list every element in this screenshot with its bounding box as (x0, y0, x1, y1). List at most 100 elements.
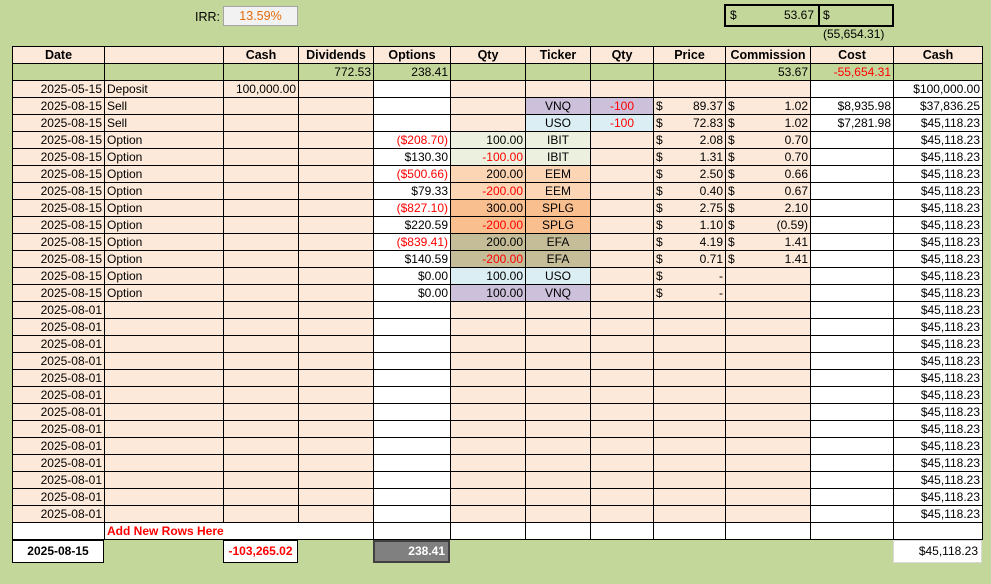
balance-cell[interactable]: $45,118.23 (893, 386, 983, 404)
cash-cell[interactable] (223, 369, 299, 387)
options-cell[interactable] (373, 97, 451, 115)
qty-cell[interactable] (450, 386, 526, 404)
balance-cell[interactable]: $45,118.23 (893, 267, 983, 285)
options-cell[interactable] (373, 352, 451, 370)
add-rows-cell[interactable] (373, 522, 451, 540)
cash-cell[interactable] (223, 471, 299, 489)
commission-cell[interactable]: $ (0.59) (725, 216, 811, 234)
dividends-cell[interactable] (298, 403, 374, 421)
commission-cell[interactable] (725, 284, 811, 302)
add-rows-cell[interactable] (450, 522, 526, 540)
options-cell[interactable] (373, 318, 451, 336)
qty2-cell[interactable] (590, 216, 654, 234)
dividends-cell[interactable] (298, 267, 374, 285)
ticker-cell[interactable] (525, 318, 591, 336)
price-cell[interactable]: $4.19 (653, 233, 726, 251)
commission-total[interactable]: 53.67 (725, 63, 811, 81)
type-cell[interactable]: Deposit (104, 80, 224, 98)
type-cell[interactable] (104, 403, 224, 421)
dividends-cell[interactable] (298, 301, 374, 319)
type-cell[interactable] (104, 420, 224, 438)
qty-cell[interactable] (450, 403, 526, 421)
qty2-cell[interactable] (590, 420, 654, 438)
cash-cell[interactable] (223, 97, 299, 115)
dividends-cell[interactable] (298, 318, 374, 336)
price-cell[interactable]: $2.75 (653, 199, 726, 217)
qty2-cell[interactable] (590, 165, 654, 183)
dividends-cell[interactable] (298, 335, 374, 353)
add-rows-cell[interactable] (590, 522, 654, 540)
dividends-cell[interactable] (298, 199, 374, 217)
totals-cell[interactable] (893, 63, 983, 81)
qty2-cell[interactable] (590, 233, 654, 251)
date-cell[interactable]: 2025-08-01 (12, 335, 105, 353)
add-new-rows-label[interactable]: Add New Rows Here (104, 522, 374, 540)
cash-cell[interactable] (223, 437, 299, 455)
date-cell[interactable]: 2025-08-01 (12, 301, 105, 319)
balance-cell[interactable]: $45,118.23 (893, 352, 983, 370)
balance-cell[interactable]: $37,836.25 (893, 97, 983, 115)
qty-cell[interactable]: -200.00 (450, 216, 526, 234)
options-cell[interactable]: ($500.66) (373, 165, 451, 183)
commission-cell[interactable] (725, 420, 811, 438)
price-cell[interactable]: $72.83 (653, 114, 726, 132)
qty-cell[interactable] (450, 420, 526, 438)
cost-cell[interactable] (810, 165, 894, 183)
options-cell[interactable]: $220.59 (373, 216, 451, 234)
options-cell[interactable] (373, 403, 451, 421)
options-cell[interactable]: $79.33 (373, 182, 451, 200)
options-cell[interactable] (373, 369, 451, 387)
cash-cell[interactable] (223, 318, 299, 336)
cash-cell[interactable]: 100,000.00 (223, 80, 299, 98)
options-cell[interactable]: $130.30 (373, 148, 451, 166)
type-cell[interactable] (104, 471, 224, 489)
options-cell[interactable] (373, 488, 451, 506)
header-type[interactable] (104, 46, 224, 64)
options-cell[interactable] (373, 471, 451, 489)
dividends-cell[interactable] (298, 284, 374, 302)
type-cell[interactable]: Option (104, 233, 224, 251)
balance-cell[interactable]: $45,118.23 (893, 182, 983, 200)
commission-cell[interactable] (725, 335, 811, 353)
commission-cell[interactable]: $1.02 (725, 97, 811, 115)
cash-cell[interactable] (223, 233, 299, 251)
type-cell[interactable]: Option (104, 165, 224, 183)
dividends-cell[interactable] (298, 437, 374, 455)
qty2-cell[interactable] (590, 131, 654, 149)
cash-cell[interactable] (223, 148, 299, 166)
price-cell[interactable] (653, 420, 726, 438)
cost-cell[interactable] (810, 301, 894, 319)
commission-cell[interactable] (725, 471, 811, 489)
qty2-cell[interactable] (590, 488, 654, 506)
ticker-cell[interactable]: SPLG (525, 199, 591, 217)
date-cell[interactable]: 2025-08-15 (12, 233, 105, 251)
commission-cell[interactable]: $0.67 (725, 182, 811, 200)
date-cell[interactable]: 2025-08-15 (12, 114, 105, 132)
totals-cell[interactable] (590, 63, 654, 81)
totals-cell[interactable] (12, 63, 105, 81)
qty-cell[interactable] (450, 335, 526, 353)
qty2-cell[interactable] (590, 80, 654, 98)
type-cell[interactable]: Option (104, 216, 224, 234)
ticker-cell[interactable] (525, 454, 591, 472)
qty2-cell[interactable] (590, 352, 654, 370)
dividends-cell[interactable] (298, 420, 374, 438)
dividends-cell[interactable] (298, 114, 374, 132)
ticker-cell[interactable]: VNQ (525, 284, 591, 302)
type-cell[interactable] (104, 369, 224, 387)
options-cell[interactable] (373, 437, 451, 455)
commission-cell[interactable]: $1.41 (725, 250, 811, 268)
footer-balance-cell[interactable]: $45,118.23 (893, 540, 982, 563)
date-cell[interactable]: 2025-08-01 (12, 352, 105, 370)
ticker-cell[interactable] (525, 505, 591, 523)
date-cell[interactable]: 2025-08-01 (12, 369, 105, 387)
dividends-cell[interactable] (298, 369, 374, 387)
cash-cell[interactable] (223, 131, 299, 149)
options-cell[interactable]: ($208.70) (373, 131, 451, 149)
ticker-cell[interactable] (525, 80, 591, 98)
cost-cell[interactable] (810, 250, 894, 268)
balance-cell[interactable]: $45,118.23 (893, 420, 983, 438)
price-cell[interactable]: $1.31 (653, 148, 726, 166)
qty2-cell[interactable]: -100 (590, 97, 654, 115)
commission-cell[interactable] (725, 454, 811, 472)
